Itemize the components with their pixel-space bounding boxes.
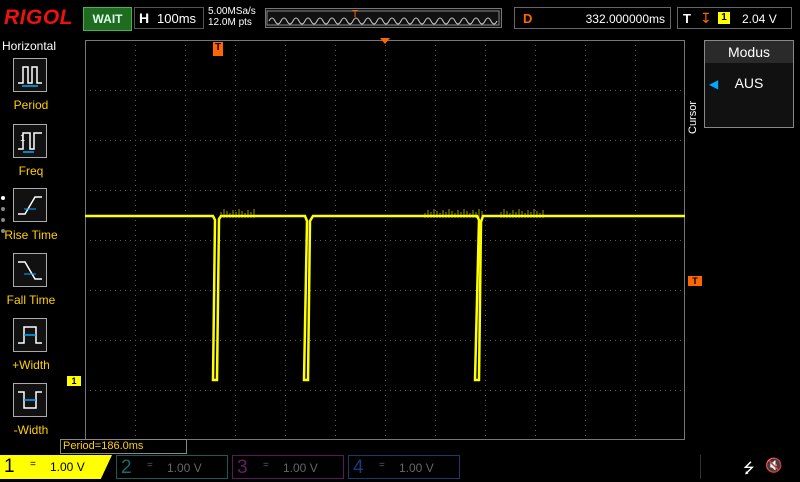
cursor-menu: Cursor Modus ◀ AUS <box>687 36 800 454</box>
trigger-level-value: 2.04 V <box>742 12 777 26</box>
measure-freq-button[interactable]: 1 Freq <box>0 124 62 184</box>
measure-fall-time-button[interactable]: Fall Time <box>0 253 62 313</box>
ch1-box[interactable]: 1 = 1.00 V <box>0 455 112 479</box>
cursor-mode-title: Modus <box>705 41 793 63</box>
ch3-number: 3 <box>237 457 248 478</box>
measure-period-button[interactable]: Period <box>0 58 62 118</box>
cursor-mode-value: AUS <box>734 75 764 91</box>
freq-icon: 1 <box>13 124 47 158</box>
run-status-badge[interactable]: WAIT <box>83 7 132 31</box>
trigger-position-text: T <box>214 42 222 53</box>
timebase-center-marker <box>380 38 390 44</box>
measure-pos-width-label: +Width <box>12 358 50 372</box>
timebase-box[interactable]: H 100ms <box>134 7 204 29</box>
ch1-scale: 1.00 V <box>50 460 85 474</box>
measure-neg-width-label: -Width <box>13 423 49 437</box>
trigger-source-badge: 1 <box>718 12 730 24</box>
measure-rise-time-button[interactable]: Rise Time <box>0 188 62 248</box>
ch3-box[interactable]: 3 = 1.00 V <box>232 455 344 479</box>
ch1-number: 1 <box>4 456 15 477</box>
delay-value: 332.000000ms <box>585 12 665 26</box>
memory-overview-bar: T <box>265 8 502 28</box>
trigger-letter: T <box>683 11 691 26</box>
top-status-bar: RIGOL WAIT H 100ms 5.00MSa/s 12.0M pts T… <box>0 0 800 36</box>
sample-rate: 5.00MSa/s <box>208 6 256 17</box>
ch1-coupling-icon: = <box>30 459 36 470</box>
speaker-muted-icon: 🔇 <box>765 457 783 473</box>
measure-pos-width-button[interactable]: +Width <box>0 318 62 378</box>
horizontal-letter: H <box>139 10 150 26</box>
falling-edge-icon: ↧ <box>700 10 712 26</box>
cursor-mode-button[interactable]: Modus ◀ AUS <box>704 40 794 128</box>
waveform-svg <box>85 40 686 441</box>
cursor-side-label: Cursor <box>687 100 699 134</box>
ch1-trace <box>85 209 685 382</box>
rise-time-icon <box>13 188 47 222</box>
graticule <box>85 40 686 441</box>
ch2-coupling-icon: = <box>147 460 153 471</box>
ch2-box[interactable]: 2 = 1.00 V <box>116 455 228 479</box>
memory-depth: 12.0M pts <box>208 17 252 28</box>
ch4-number: 4 <box>353 457 364 478</box>
sample-rate-info: 5.00MSa/s 12.0M pts <box>208 6 256 28</box>
period-icon <box>13 58 47 92</box>
ch1-ground-marker[interactable]: 1 <box>67 376 81 386</box>
trigger-position-marker: T <box>213 42 223 56</box>
ch2-number: 2 <box>121 457 132 478</box>
neg-width-icon <box>13 383 47 417</box>
menu-title: Horizontal <box>2 39 57 53</box>
memory-trigger-marker: T <box>352 9 359 20</box>
ch3-scale: 1.00 V <box>283 461 318 475</box>
waveform-display[interactable] <box>85 40 686 441</box>
trigger-box[interactable]: T ↧ 1 2.04 V <box>677 7 792 29</box>
ch1-ground-text: 1 <box>71 376 77 386</box>
measure-menu: Horizontal Period 1 Freq Rise Time Fall … <box>0 36 62 454</box>
measure-period-label: Period <box>13 98 49 112</box>
delay-box[interactable]: D 332.000000ms <box>514 7 671 29</box>
ch2-scale: 1.00 V <box>167 461 202 475</box>
brand-logo: RIGOL <box>4 6 73 29</box>
timebase-value: 100ms <box>157 11 197 26</box>
svg-text:1: 1 <box>20 133 25 143</box>
ch3-coupling-icon: = <box>263 460 269 471</box>
measurement-readout: Period=186.0ms <box>60 439 187 454</box>
measure-freq-label: Freq <box>18 164 44 178</box>
status-area: ⭍ 🔇 <box>700 455 800 479</box>
channel-bar: 1 = 1.00 V 2 = 1.00 V 3 = 1.00 V 4 = 1.0… <box>0 455 800 480</box>
ch4-coupling-icon: = <box>379 460 385 471</box>
measure-rise-time-label: Rise Time <box>4 228 58 242</box>
fall-time-icon <box>13 253 47 287</box>
usb-icon: ⭍ <box>743 460 755 476</box>
measure-fall-time-label: Fall Time <box>6 293 56 307</box>
measure-neg-width-button[interactable]: -Width <box>0 383 62 443</box>
memory-waveform-preview <box>266 10 500 26</box>
ch4-box[interactable]: 4 = 1.00 V <box>348 455 460 479</box>
pos-width-icon <box>13 318 47 352</box>
ch4-scale: 1.00 V <box>399 461 434 475</box>
